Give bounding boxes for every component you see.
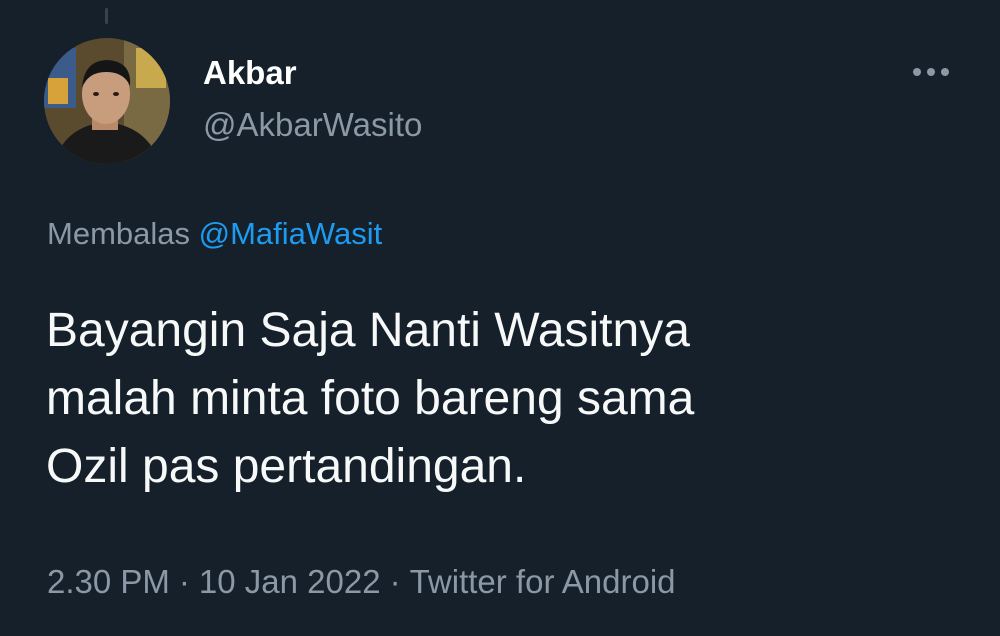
author-handle[interactable]: @AkbarWasito [203, 105, 422, 145]
avatar[interactable] [44, 38, 170, 164]
tweet-metadata: 2.30 PM · 10 Jan 2022 · Twitter for Android [47, 560, 676, 604]
meta-separator: · [389, 563, 401, 600]
tweet-card: Akbar @AkbarWasito Membalas @MafiaWasit … [0, 0, 1000, 636]
avatar-photo [44, 38, 170, 164]
tweet-source-link[interactable]: Twitter for Android [410, 563, 676, 600]
tweet-text: Bayangin Saja Nanti Wasitnya malah minta… [46, 297, 946, 501]
reply-to-handle-link[interactable]: @MafiaWasit [199, 216, 383, 251]
tweet-date[interactable]: 10 Jan 2022 [199, 563, 381, 600]
tweet-time[interactable]: 2.30 PM [47, 563, 170, 600]
reply-prefix-label: Membalas [47, 216, 190, 251]
reply-context: Membalas @MafiaWasit [47, 214, 382, 254]
more-horizontal-icon [913, 68, 949, 76]
more-options-button[interactable] [900, 52, 962, 92]
author-display-name[interactable]: Akbar [203, 53, 297, 93]
tweet-text-line: malah minta foto bareng sama [46, 372, 695, 425]
meta-separator: · [178, 563, 190, 600]
tweet-text-line: Bayangin Saja Nanti Wasitnya [46, 304, 690, 357]
thread-connector-line [105, 8, 108, 24]
tweet-text-line: Ozil pas pertandingan. [46, 440, 527, 493]
